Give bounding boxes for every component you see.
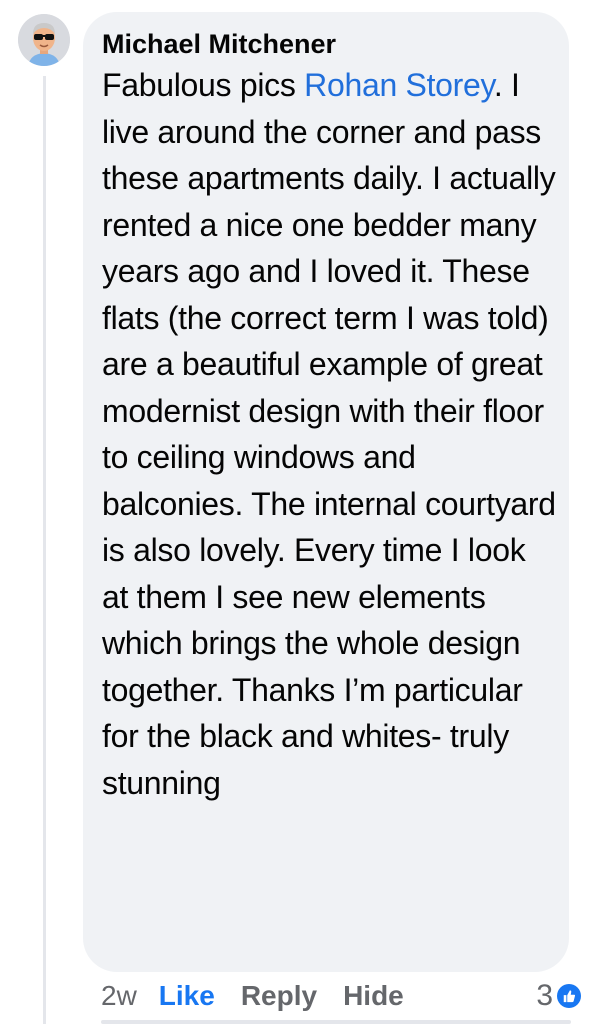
- comment-timestamp[interactable]: 2w: [101, 980, 137, 1012]
- comment-text-body: . I live around the corner and pass thes…: [102, 67, 556, 801]
- like-button[interactable]: Like: [159, 980, 215, 1012]
- thumbs-up-icon: [557, 984, 581, 1008]
- comment-bubble: Michael Mitchener Fabulous pics Rohan St…: [83, 12, 569, 972]
- reaction-summary[interactable]: 3: [536, 978, 581, 1014]
- comment-text-intro: Fabulous pics: [102, 67, 305, 103]
- memoji-avatar-icon: [18, 14, 70, 66]
- hide-button[interactable]: Hide: [343, 980, 404, 1012]
- comment-text: Fabulous pics Rohan Storey. I live aroun…: [102, 62, 559, 806]
- thread-connector-line: [43, 76, 46, 1024]
- reply-button[interactable]: Reply: [241, 980, 317, 1012]
- mention-link[interactable]: Rohan Storey: [304, 67, 494, 103]
- avatar[interactable]: [18, 14, 70, 66]
- comment-author[interactable]: Michael Mitchener: [102, 28, 559, 60]
- reaction-count: 3: [536, 979, 553, 1012]
- comment-actions: 2w Like Reply Hide: [101, 978, 430, 1014]
- next-comment-divider: [101, 1020, 571, 1024]
